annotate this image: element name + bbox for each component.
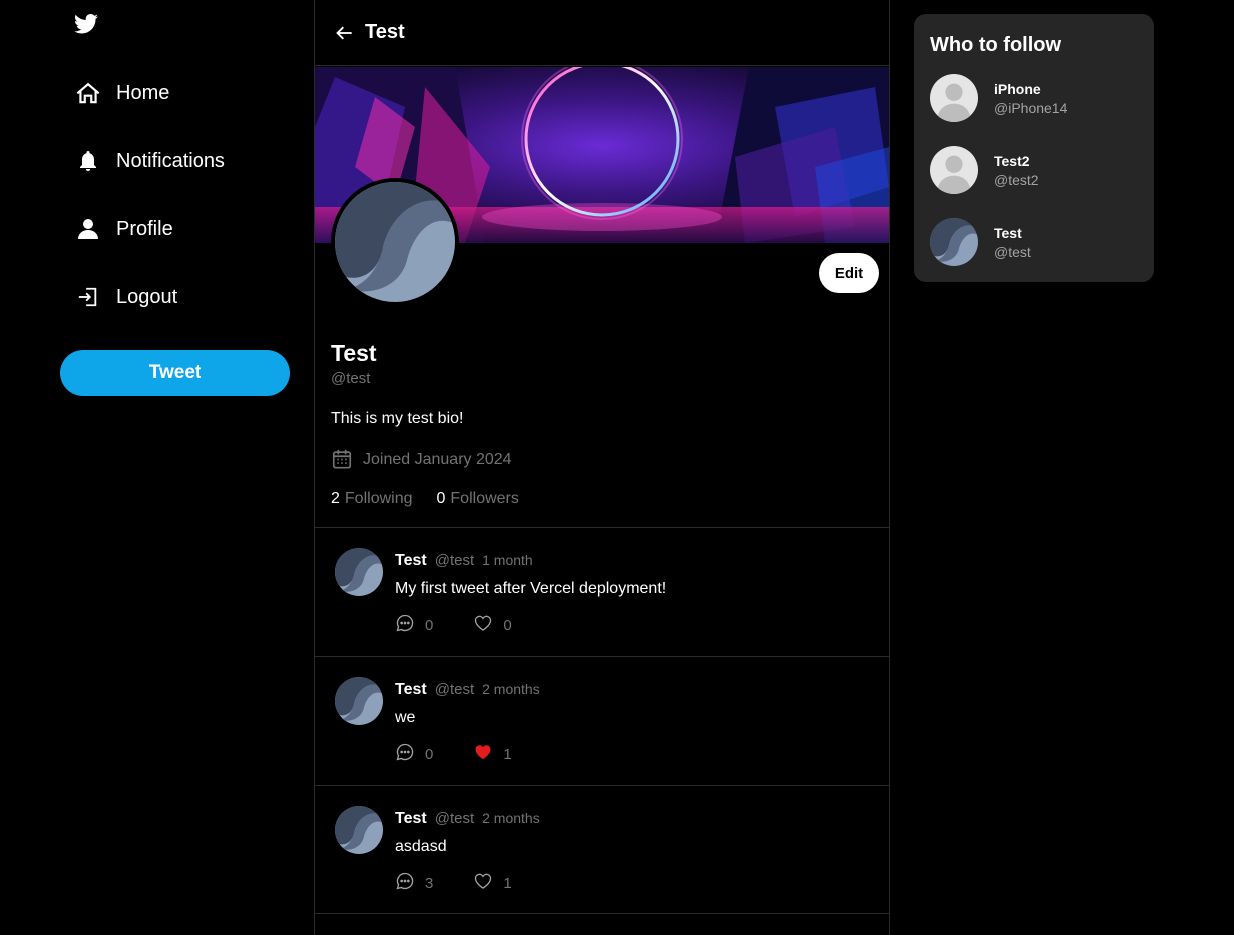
sidebar-item-label: Notifications [116,149,225,172]
joined-text: Joined January 2024 [363,451,512,468]
tweet-author-name[interactable]: Test [395,681,427,699]
sidebar-item-label: Home [116,81,170,104]
profile-name: Test [331,340,377,366]
twitter-bird-icon[interactable] [74,14,102,38]
suggestion-handle: @iPhone14 [994,99,1068,116]
avatar[interactable] [335,548,383,596]
like-button[interactable]: 1 [473,871,512,896]
profile-handle: @test [331,370,371,387]
sidebar-item-notifications[interactable]: Notifications [74,143,225,179]
suggestion-name: iPhone [994,80,1041,97]
tweet-timestamp: 2 months [482,810,540,826]
followers-label: Followers [450,490,519,507]
tweet-button[interactable]: Tweet [60,350,290,396]
left-sidebar: Home Notifications Profile Logout Tweet [0,0,314,935]
bell-icon [74,147,102,175]
suggestion-name: Test [994,224,1022,241]
sidebar-item-home[interactable]: Home [74,75,169,111]
comment-icon [395,742,415,767]
tweet-item[interactable]: Test @test 2 months asdasd 3 1 [315,785,889,914]
profile-header: Test [315,0,889,66]
like-button[interactable]: 1 [473,742,512,767]
suggestion-handle: @test [994,243,1031,260]
like-count: 1 [503,875,512,892]
tweet-timestamp: 1 month [482,552,533,568]
edit-profile-button[interactable]: Edit [819,253,879,293]
reply-count: 0 [425,617,434,634]
like-count: 1 [503,746,512,763]
comment-icon [395,871,415,896]
follow-suggestion[interactable]: Test @test [930,218,1140,266]
profile-bio: This is my test bio! [331,410,464,427]
panel-title: Who to follow [930,34,1062,56]
tweet-timestamp: 2 months [482,681,540,697]
profile-column: Test Edit Test @test This is my test bio… [314,0,890,935]
tweet-author-name[interactable]: Test [395,552,427,570]
sidebar-item-logout[interactable]: Logout [74,279,177,315]
follow-suggestion[interactable]: iPhone @iPhone14 [930,74,1140,122]
heart-filled-icon [473,742,493,767]
suggestion-name: Test2 [994,152,1030,169]
avatar [930,74,978,122]
user-icon [74,215,102,243]
tweet-item[interactable]: Test @test 1 month My first tweet after … [315,527,889,656]
joined-date: Joined January 2024 [331,448,512,472]
sidebar-item-label: Logout [116,285,178,308]
followers-count: 0 [436,490,446,507]
tweet-item[interactable]: Test @test 2 months we 0 1 [315,656,889,785]
following-count: 2 [331,490,340,507]
avatar[interactable] [335,806,383,854]
following-stat[interactable]: 2 Following [331,490,413,508]
heart-outline-icon [473,613,493,638]
calendar-icon [331,448,355,472]
avatar [930,146,978,194]
reply-button[interactable]: 0 [395,742,433,767]
following-label: Following [344,490,413,507]
who-to-follow-panel: Who to follow iPhone @iPhone14 Test2 @te… [914,14,1154,282]
tweet-text: My first tweet after Vercel deployment! [395,580,667,597]
tweet-author-handle: @test [434,810,475,827]
page-title: Test [365,21,405,43]
heart-outline-icon [473,871,493,896]
avatar [331,178,459,306]
home-icon [74,79,102,107]
sidebar-item-label: Profile [116,217,173,240]
tweet-feed: Test @test 1 month My first tweet after … [315,527,889,914]
reply-button[interactable]: 3 [395,871,433,896]
tweet-author-name[interactable]: Test [395,810,427,828]
follow-suggestion[interactable]: Test2 @test2 [930,146,1140,194]
sidebar-item-profile[interactable]: Profile [74,211,173,247]
tweet-author-handle: @test [434,552,475,569]
avatar [930,218,978,266]
like-button[interactable]: 0 [473,613,512,638]
follow-stats: 2 Following 0 Followers [331,490,543,508]
reply-button[interactable]: 0 [395,613,433,638]
avatar[interactable] [335,677,383,725]
tweet-author-handle: @test [434,681,475,698]
like-count: 0 [503,617,512,634]
arrow-left-icon[interactable] [335,22,357,44]
tweet-text: asdasd [395,838,447,855]
reply-count: 3 [425,875,434,892]
reply-count: 0 [425,746,434,763]
suggestion-handle: @test2 [994,171,1039,188]
logout-icon [74,283,102,311]
comment-icon [395,613,415,638]
tweet-text: we [395,709,416,726]
followers-stat[interactable]: 0 Followers [437,490,519,508]
